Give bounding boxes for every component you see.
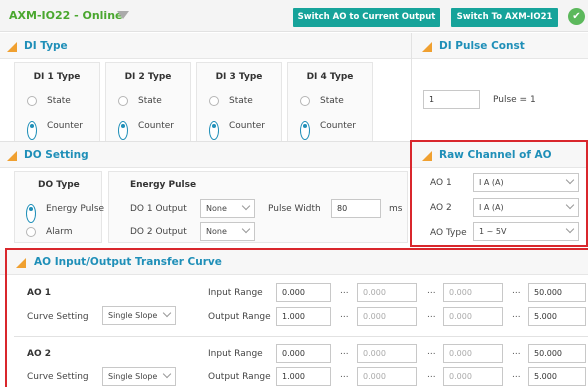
di3-state-radio[interactable] (209, 96, 219, 106)
energy-pulse-label: Energy Pulse (130, 180, 197, 190)
alarm-radio[interactable] (26, 227, 36, 237)
pulse-const-text: Pulse = 1 (493, 95, 536, 105)
device-dropdown-caret-icon[interactable] (117, 11, 129, 19)
pulse-width-unit: ms (389, 204, 403, 214)
section-triangle-icon (422, 42, 432, 52)
di2-type-label: DI 2 Type (124, 72, 172, 82)
energy-pulse-option-label: Energy Pulse (46, 204, 105, 214)
di3-type-label: DI 3 Type (215, 72, 263, 82)
section-triangle-icon (7, 151, 17, 161)
pulse-width-label: Pulse Width (268, 204, 321, 214)
di4-state-label: State (320, 96, 344, 106)
di4-counter-label: Counter (320, 121, 356, 131)
energy-pulse-radio[interactable] (26, 204, 36, 223)
di4-type-box: DI 4 Type State Counter (287, 62, 373, 147)
transfer-curve-highlight (5, 248, 588, 387)
chevron-down-icon (241, 224, 251, 234)
di3-type-box: DI 3 Type State Counter (196, 62, 282, 147)
do1-output-value: None (206, 204, 227, 213)
do2-output-label: DO 2 Output (130, 227, 187, 237)
alarm-option-label: Alarm (46, 227, 73, 237)
di4-type-label: DI 4 Type (306, 72, 354, 82)
chevron-down-icon (241, 201, 251, 211)
di1-counter-radio[interactable] (27, 121, 37, 140)
di2-state-radio[interactable] (118, 96, 128, 106)
di4-counter-radio[interactable] (300, 121, 310, 140)
di2-counter-radio[interactable] (118, 121, 128, 140)
di2-type-box: DI 2 Type State Counter (105, 62, 191, 147)
di3-counter-label: Counter (229, 121, 265, 131)
di3-state-label: State (229, 96, 253, 106)
di1-type-box: DI 1 Type State Counter (14, 62, 100, 147)
do2-output-select[interactable]: None (200, 222, 255, 241)
top-bar: AXM-IO22 - Online Switch AO to Current O… (0, 0, 588, 32)
di1-state-label: State (47, 96, 71, 106)
pulse-const-input[interactable]: 1 (423, 90, 480, 109)
di2-state-label: State (138, 96, 162, 106)
online-check-icon: ✔ (568, 8, 585, 25)
do1-output-select[interactable]: None (200, 199, 255, 218)
di1-counter-label: Counter (47, 121, 83, 131)
raw-channel-highlight (410, 140, 588, 247)
do-type-label: DO Type (38, 180, 80, 190)
di1-state-radio[interactable] (27, 96, 37, 106)
di-pulse-header: DI Pulse Const (412, 33, 588, 59)
switch-ao-current-button[interactable]: Switch AO to Current Output (293, 8, 440, 27)
di4-state-radio[interactable] (300, 96, 310, 106)
di-type-header: DI Type (0, 33, 411, 59)
di3-counter-radio[interactable] (209, 121, 219, 140)
di1-type-label: DI 1 Type (33, 72, 81, 82)
do1-output-label: DO 1 Output (130, 204, 187, 214)
do-setting-header: DO Setting (0, 142, 410, 168)
switch-device-button[interactable]: Switch To AXM-IO21 (451, 8, 558, 27)
do2-output-value: None (206, 227, 227, 236)
di2-counter-label: Counter (138, 121, 174, 131)
do-setting-title: DO Setting (24, 149, 89, 161)
di-type-title: DI Type (24, 40, 68, 52)
section-triangle-icon (7, 42, 17, 52)
di-pulse-title: DI Pulse Const (439, 40, 525, 52)
device-title: AXM-IO22 - Online (9, 9, 123, 22)
pulse-width-input[interactable]: 80 (331, 199, 381, 218)
